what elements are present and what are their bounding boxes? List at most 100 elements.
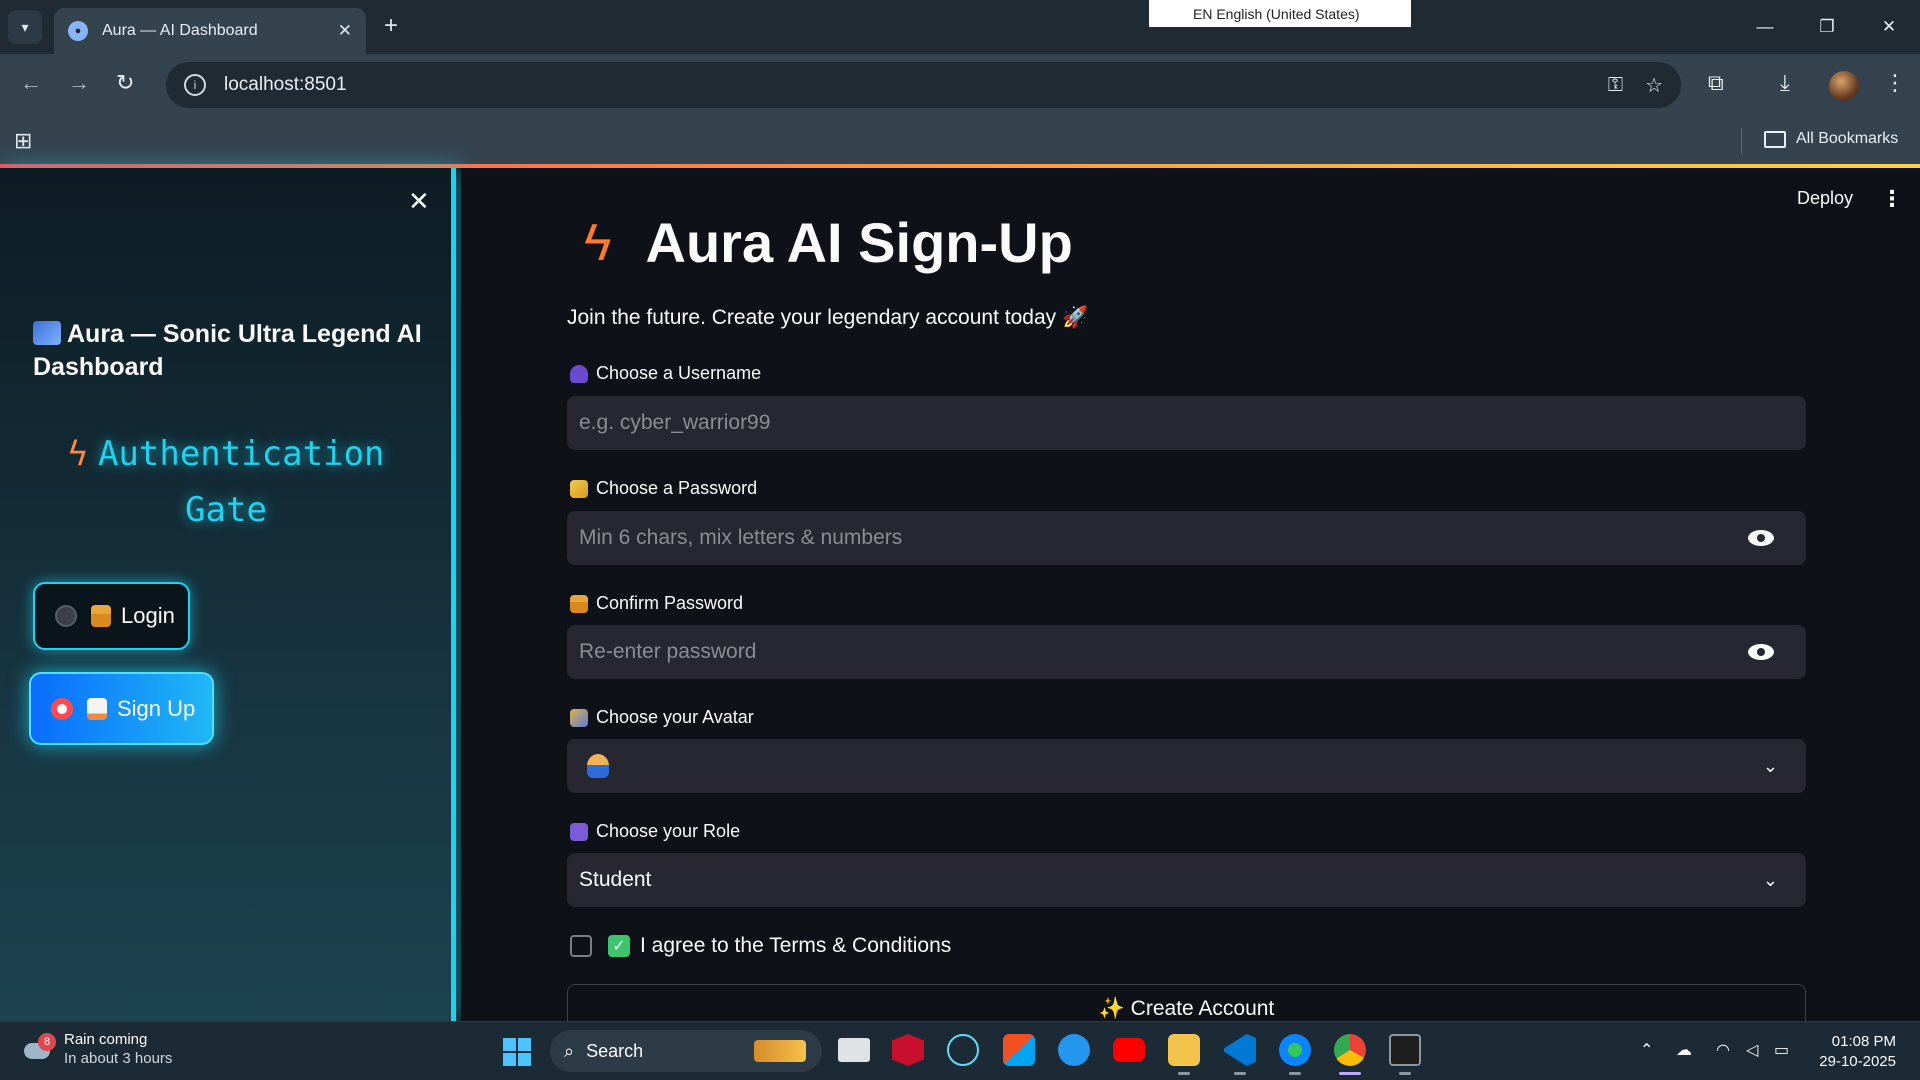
avatar-select[interactable]: ⌄ [567, 739, 1806, 793]
role-label: Choose your Role [570, 821, 740, 842]
main-content: Deploy ⋮ ϟ Aura AI Sign-Up Join the futu… [461, 168, 1920, 1044]
role-select[interactable]: Student ⌄ [567, 853, 1806, 907]
reload-icon[interactable]: ↻ [116, 70, 134, 96]
search-highlight-image [754, 1040, 806, 1062]
vscode-icon[interactable] [1224, 1034, 1256, 1066]
terms-label: I agree to the Terms & Conditions [640, 934, 952, 957]
radio-unselected[interactable] [55, 605, 77, 627]
all-bookmarks-label: All Bookmarks [1796, 130, 1899, 147]
username-input[interactable]: e.g. cyber_warrior99 [567, 396, 1806, 450]
tab-close-icon[interactable]: ✕ [338, 21, 352, 41]
react-icon[interactable] [947, 1034, 979, 1066]
battery-icon[interactable]: ▭ [1774, 1040, 1789, 1060]
apps-grid-icon[interactable]: ⊞ [14, 128, 32, 154]
youtube-icon[interactable] [1113, 1038, 1145, 1062]
comet-icon [33, 321, 61, 345]
mcafee-icon[interactable] [892, 1034, 924, 1066]
check-mark-icon: ✓ [608, 935, 630, 957]
clock-date: 29-10-2025 [1819, 1053, 1896, 1070]
show-password-eye-icon[interactable] [1748, 530, 1774, 546]
browser-tab-active[interactable]: ● Aura — AI Dashboard ✕ [54, 8, 366, 54]
username-placeholder: e.g. cyber_warrior99 [579, 411, 771, 434]
wifi-icon[interactable]: ◠ [1716, 1040, 1730, 1060]
radio-selected[interactable] [51, 697, 73, 720]
terminal-icon[interactable] [1389, 1034, 1421, 1066]
language-indicator[interactable]: EN English (United States) [1149, 0, 1411, 27]
auth-option-login-label: Login [121, 603, 175, 628]
bookmarks-divider [1741, 128, 1742, 154]
bookmarks-bar: ⊞ All Bookmarks [0, 116, 1920, 166]
extensions-puzzle-icon[interactable]: ⧉ [1708, 70, 1724, 96]
bookmark-star-icon[interactable]: ☆ [1645, 73, 1663, 98]
weather-subtitle: In about 3 hours [64, 1050, 173, 1067]
browser-toolbar: ← → ↻ i localhost:8501 ⚿ ☆ ⧉ ⤓ ⋮ [0, 54, 1920, 116]
windows-start-icon[interactable] [503, 1038, 531, 1066]
sidebar: ✕ Aura — Sonic Ultra Legend AI Dashboard… [0, 168, 456, 1021]
weather-badge: 8 [38, 1033, 56, 1051]
memo-icon [87, 697, 107, 720]
role-label-text: Choose your Role [596, 821, 741, 841]
browser-menu-icon[interactable]: ⋮ [1884, 70, 1906, 96]
username-label-text: Choose a Username [596, 363, 762, 383]
tab-search-button[interactable]: ▾ [8, 10, 42, 44]
auth-option-signup-label: Sign Up [117, 695, 196, 721]
auth-option-signup[interactable]: Sign Up [29, 672, 214, 745]
deploy-button[interactable]: Deploy [1797, 188, 1853, 209]
sidebar-app-title-text: Aura — Sonic Ultra Legend AI Dashboard [33, 320, 422, 381]
system-clock[interactable]: 01:08 PM 29-10-2025 [1814, 1032, 1896, 1072]
auth-option-login[interactable]: Login [33, 582, 190, 650]
password-key-icon[interactable]: ⚿ [1608, 74, 1623, 97]
terms-checkbox-row[interactable]: ✓ I agree to the Terms & Conditions [570, 934, 951, 958]
avatar-label-text: Choose your Avatar [596, 707, 754, 727]
microsoft-store-icon[interactable] [1003, 1034, 1035, 1066]
windows-taskbar: 8 Rain coming In about 3 hours ⌕ Search … [0, 1021, 1920, 1080]
url-text[interactable]: localhost:8501 [224, 74, 1586, 96]
password-label-text: Choose a Password [596, 478, 758, 498]
lock-icon [570, 594, 588, 613]
show-confirm-password-eye-icon[interactable] [1748, 644, 1774, 660]
task-view-icon[interactable] [838, 1038, 870, 1062]
back-arrow-icon[interactable]: ← [20, 70, 42, 96]
taskbar-search[interactable]: ⌕ Search [550, 1030, 822, 1072]
chevron-down-icon: ▾ [21, 18, 29, 35]
authentication-heading: ϟ Authentication Gate [40, 426, 412, 538]
password-label: Choose a Password [570, 478, 757, 499]
password-placeholder: Min 6 chars, mix letters & numbers [579, 526, 903, 549]
username-label: Choose a Username [570, 363, 761, 384]
weather-widget[interactable]: 8 Rain coming In about 3 hours [24, 1030, 172, 1068]
person-icon [587, 754, 609, 778]
search-icon: ⌕ [564, 1040, 575, 1061]
file-explorer-icon[interactable] [1168, 1034, 1200, 1066]
minimize-icon[interactable]: — [1734, 0, 1796, 54]
weather-title: Rain coming [64, 1031, 148, 1048]
forward-arrow-icon[interactable]: → [68, 70, 90, 96]
edge-icon[interactable] [1279, 1034, 1311, 1066]
role-selected-value: Student [579, 868, 652, 891]
user-silhouette-icon [570, 364, 588, 383]
app-menu-icon[interactable]: ⋮ [1881, 186, 1903, 212]
rain-cloud-icon: 8 [24, 1033, 56, 1063]
download-icon[interactable]: ⤓ [1780, 70, 1790, 96]
site-info-icon[interactable]: i [184, 74, 206, 96]
volume-icon[interactable]: ◁ [1746, 1040, 1758, 1060]
onedrive-cloud-icon[interactable]: ☁ [1676, 1040, 1692, 1060]
all-bookmarks-button[interactable]: All Bookmarks [1764, 130, 1898, 148]
terms-checkbox[interactable] [570, 935, 592, 957]
theater-masks-icon [570, 708, 588, 727]
new-tab-button[interactable]: + [384, 12, 398, 40]
password-input[interactable]: Min 6 chars, mix letters & numbers [567, 511, 1806, 565]
address-bar[interactable]: i localhost:8501 ⚿ ☆ [166, 62, 1681, 108]
profile-avatar[interactable] [1829, 71, 1859, 101]
restore-icon[interactable]: ❐ [1796, 0, 1858, 54]
chevron-down-icon: ⌄ [1762, 755, 1778, 776]
confirm-password-input[interactable]: Re-enter password [567, 625, 1806, 679]
sidebar-close-icon[interactable]: ✕ [408, 186, 430, 217]
docker-icon[interactable] [1058, 1034, 1090, 1066]
folder-icon [1764, 130, 1786, 148]
confirm-password-label-text: Confirm Password [596, 593, 744, 613]
chrome-icon[interactable] [1334, 1034, 1366, 1066]
confirm-password-label: Confirm Password [570, 593, 743, 614]
close-window-icon[interactable]: ✕ [1858, 0, 1920, 54]
page-subtitle: Join the future. Create your legendary a… [567, 306, 1089, 329]
tray-overflow-chevron-icon[interactable]: ⌃ [1640, 1040, 1653, 1060]
